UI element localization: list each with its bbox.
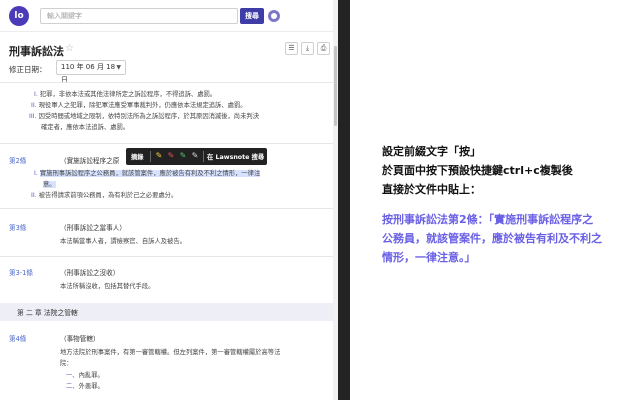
separator — [203, 151, 204, 162]
selected-text: 意。 — [43, 181, 56, 188]
divider — [0, 208, 333, 209]
article-heading: （刑事訴訟之沒收） — [60, 269, 120, 277]
list-item: 意。 — [43, 179, 56, 190]
divider — [0, 143, 333, 144]
pasted-quote: 按刑事訴訟法第2條：「實施刑事訴訟程序之 公務員，就該管案件，應於被告有利及不利… — [382, 213, 602, 264]
print-icon[interactable]: ⎙ — [317, 42, 330, 55]
search-input[interactable] — [40, 8, 238, 24]
instruction-line: 直接於文件中貼上： — [382, 183, 481, 196]
red-highlighter-icon[interactable]: ✎ — [167, 151, 175, 161]
date-value: 110 年 06 月 18 日 — [61, 63, 116, 84]
chapter-header: 第 二 章 法院之管轄 — [0, 303, 333, 321]
list-icon[interactable]: ☰ — [285, 42, 298, 55]
list-item: 一、內亂罪。 — [66, 372, 104, 379]
article-body: 本法所稱沒收，包括其替代手段。 — [60, 283, 155, 290]
list-item: III. 因受時間或地域之限制，依特別法所為之訴訟程序，於其原因消滅後，尚未判決 — [29, 113, 259, 120]
list-item: 確定者，應依本法追訴、處罰。 — [41, 124, 130, 131]
green-highlighter-icon[interactable]: ✎ — [179, 151, 187, 161]
lawsnote-logo[interactable]: lo — [9, 6, 29, 26]
law-reader-pane: lo 搜尋 刑事訴訟法 ☆ ☰ ⤓ ⎙ 修正日期： 110 年 06 月 18 … — [0, 0, 333, 400]
list-item: 二、外患罪。 — [66, 383, 104, 390]
star-icon[interactable]: ☆ — [65, 43, 74, 54]
date-select[interactable]: 110 年 06 月 18 日 ▼ — [56, 60, 126, 84]
selection-toolbar: 摘錄 ✎ ✎ ✎ ✎ 在 Lawsnote 搜尋 — [126, 148, 267, 165]
selected-text: 實施刑事訴訟程序之公務員，就該管案件，應於被告有利及不利之情形，一律注 — [39, 170, 261, 177]
list-item: II. 現役軍人之犯罪，除犯軍法應受軍事裁判外，仍應依本法規定追訴、處罰。 — [31, 102, 247, 109]
article-heading: （事物管轄） — [60, 335, 100, 343]
article-number[interactable]: 第4條 — [9, 333, 26, 343]
top-bar: lo 搜尋 — [0, 0, 333, 32]
lawsnote-search-button[interactable]: 在 Lawsnote 搜尋 — [207, 152, 264, 161]
divider — [0, 256, 333, 257]
download-icon[interactable]: ⤓ — [301, 42, 314, 55]
screen: lo 搜尋 刑事訴訟法 ☆ ☰ ⤓ ⎙ 修正日期： 110 年 06 月 18 … — [0, 0, 640, 400]
search-button[interactable]: 搜尋 — [240, 8, 264, 24]
instruction-line: 設定前綴文字「按」 — [382, 145, 481, 158]
list-item: I. 犯罪，非依本法或其他法律所定之訴訟程序，不得追訴、處罰。 — [34, 91, 217, 98]
excerpt-button[interactable]: 摘錄 — [131, 152, 144, 161]
eraser-icon[interactable]: ✎ — [191, 151, 199, 161]
page-title: 刑事訴訟法 — [9, 45, 64, 58]
article-body: 院： — [60, 360, 73, 367]
article-heading: （刑事訴訟之當事人） — [60, 224, 126, 232]
instruction-line: 於頁面中按下預設快捷鍵ctrl+c複製後 — [382, 164, 573, 177]
list-item: I. 實施刑事訴訟程序之公務員，就該管案件，應於被告有利及不利之情形，一律注 — [34, 170, 261, 177]
document-pane[interactable]: 設定前綴文字「按」 於頁面中按下預設快捷鍵ctrl+c複製後 直接於文件中貼上：… — [350, 0, 640, 400]
article-number[interactable]: 第3-1條 — [9, 267, 33, 277]
chevron-down-icon: ▼ — [116, 64, 121, 71]
yellow-highlighter-icon[interactable]: ✎ — [155, 151, 163, 161]
list-item: II. 被告得請求前項公務員，為有利於己之必要處分。 — [31, 192, 178, 199]
date-label: 修正日期： — [9, 65, 47, 74]
article-body: 本法稱當事人者，謂檢察官、自訴人及被告。 — [60, 238, 186, 245]
separator — [150, 151, 151, 162]
article-number[interactable]: 第3條 — [9, 222, 26, 232]
article-heading: （實施訴訟程序之原 — [60, 157, 120, 165]
article-body: 地方法院於刑事案件，有第一審管轄權。但左列案件，第一審管轄權屬於高等法 — [60, 349, 281, 356]
window-divider — [338, 0, 350, 400]
article-number[interactable]: 第2條 — [9, 155, 26, 165]
divider — [0, 82, 333, 83]
avatar[interactable] — [268, 10, 280, 22]
scrollbar-thumb[interactable] — [334, 46, 337, 126]
